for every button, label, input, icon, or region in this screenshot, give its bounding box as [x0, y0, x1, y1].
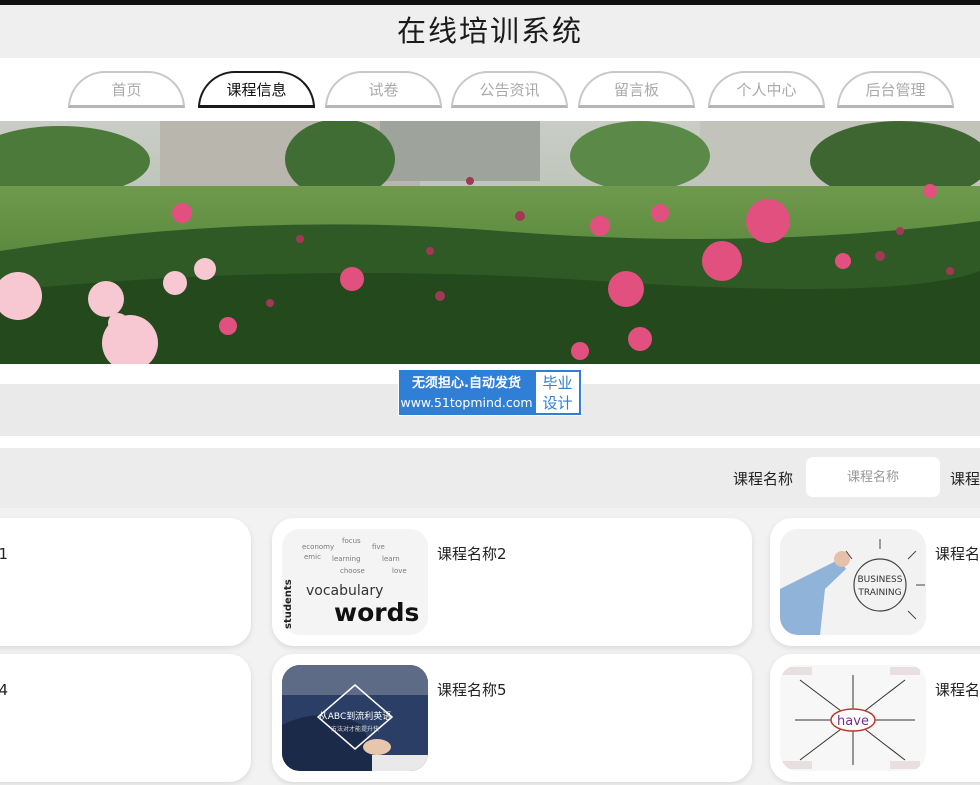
course-name: 课程名称2 [437, 545, 507, 563]
course-card-4[interactable]: 程名称4 [0, 654, 251, 782]
english-learning-image: 从ABC到流利英语 方法对才能提升快 [282, 665, 428, 771]
spacer [0, 436, 980, 448]
svg-text:从ABC到流利英语: 从ABC到流利英语 [319, 710, 391, 722]
svg-text:five: five [372, 543, 385, 551]
site-title: 在线培训系统 [396, 14, 583, 48]
svg-text:emic: emic [304, 553, 321, 561]
svg-text:words: words [334, 598, 419, 627]
watermark-url: www.51topmind.com [400, 395, 533, 410]
business-training-image: BUSINESS TRAINING [780, 529, 926, 635]
course-card-5[interactable]: 从ABC到流利英语 方法对才能提升快 课程名称5 [272, 654, 752, 782]
main-nav: 首页 课程信息 试卷 公告资讯 留言板 个人中心 后台管理 [0, 58, 980, 121]
grammar-mindmap-image: have [780, 665, 926, 771]
course-name: 程名称1 [0, 545, 8, 563]
course-name: 课程名称5 [437, 681, 507, 699]
course-name: 程名称4 [0, 681, 8, 699]
site-header: 在线培训系统 [0, 5, 980, 58]
svg-text:TRAINING: TRAINING [857, 588, 901, 598]
svg-text:choose: choose [340, 567, 365, 575]
tab-admin[interactable]: 后台管理 [837, 71, 954, 108]
banner-image [0, 121, 980, 364]
svg-text:focus: focus [342, 537, 361, 545]
search-label-2: 课程 [950, 470, 980, 488]
tab-personal-center[interactable]: 个人中心 [708, 71, 825, 108]
search-bar: 课程名称 课程 [0, 448, 980, 508]
watermark-right-top: 毕业 [542, 374, 573, 392]
course-card-1[interactable]: 程名称1 [0, 518, 251, 646]
search-label: 课程名称 [733, 470, 794, 488]
svg-text:方法对才能提升快: 方法对才能提升快 [331, 725, 379, 733]
watermark-right-bottom: 设计 [542, 394, 573, 412]
course-thumbnail: 从ABC到流利英语 方法对才能提升快 [282, 665, 428, 771]
svg-text:students: students [283, 579, 294, 629]
svg-text:vocabulary: vocabulary [306, 583, 383, 599]
course-name: 课程名 [935, 681, 980, 699]
course-card-3[interactable]: BUSINESS TRAINING 课程名 [770, 518, 980, 646]
tab-home[interactable]: 首页 [68, 71, 185, 108]
svg-text:learning: learning [332, 555, 361, 563]
peony-garden-photo [0, 121, 980, 364]
course-list: 程名称1 economy focus five emic learning learn … [0, 508, 980, 785]
watermark-line1: 无须担心.自动发货 [412, 376, 521, 391]
tab-message-board[interactable]: 留言板 [578, 71, 695, 108]
course-card-2[interactable]: economy focus five emic learning learn choos… [272, 518, 752, 646]
course-name-input[interactable] [805, 456, 941, 498]
course-thumbnail: have [780, 665, 926, 771]
svg-text:love: love [392, 567, 407, 575]
course-card-6[interactable]: have 课程名 [770, 654, 980, 782]
svg-text:BUSINESS: BUSINESS [858, 575, 903, 585]
tab-course-info[interactable]: 课程信息 [198, 71, 315, 108]
svg-text:economy: economy [302, 543, 334, 551]
watermark-badge: 无须担心.自动发货 www.51topmind.com 毕业 设计 [398, 369, 582, 416]
vocabulary-words-image: economy focus five emic learning learn choos… [282, 529, 428, 635]
svg-text:have: have [837, 714, 869, 729]
course-name: 课程名 [935, 545, 980, 563]
tab-announcements[interactable]: 公告资讯 [451, 71, 568, 108]
course-thumbnail: economy focus five emic learning learn choos… [282, 529, 428, 635]
svg-text:learn: learn [382, 555, 400, 563]
course-thumbnail: BUSINESS TRAINING [780, 529, 926, 635]
tab-exam-paper[interactable]: 试卷 [325, 71, 442, 108]
